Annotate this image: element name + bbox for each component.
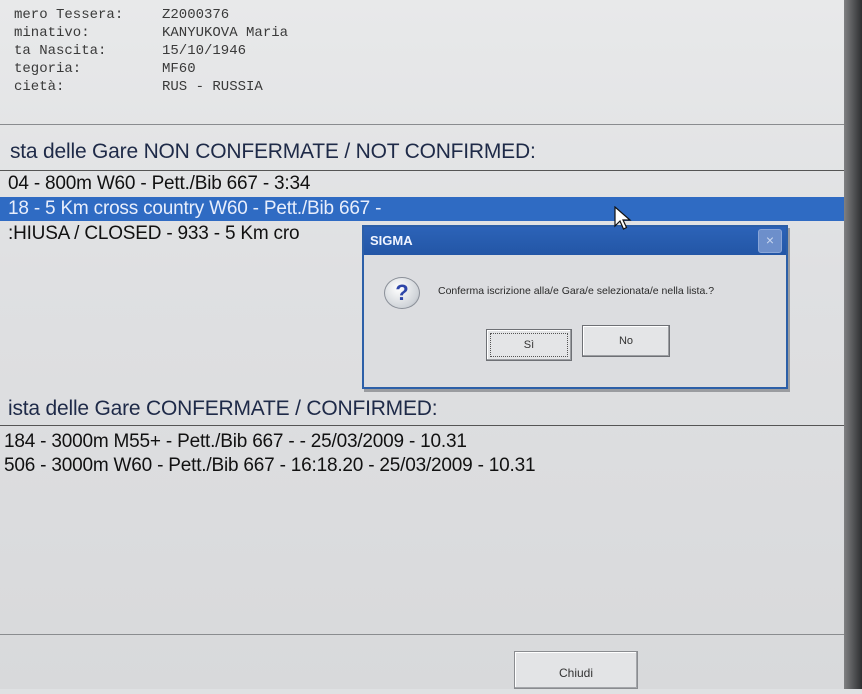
dialog-titlebar[interactable]: SIGMA × [364, 227, 786, 255]
close-icon: × [765, 232, 775, 248]
yes-button[interactable]: Sì [486, 329, 572, 361]
no-button[interactable]: No [582, 325, 670, 357]
info-row-card-number: mero Tessera: Z2000376 [14, 6, 434, 24]
list-item[interactable]: 04 - 800m W60 - Pett./Bib 667 - 3:34 [0, 172, 310, 196]
info-label: mero Tessera: [14, 7, 124, 23]
info-value: KANYUKOVA Maria [162, 25, 289, 41]
list-top-border [0, 425, 844, 426]
monitor-bezel [844, 0, 862, 689]
list-top-border [0, 170, 844, 171]
mouse-cursor-icon [614, 206, 632, 230]
info-value: Z2000376 [162, 7, 230, 23]
list-item[interactable]: :HIUSA / CLOSED - 933 - 5 Km cro [0, 222, 300, 246]
close-button[interactable]: Chiudi [514, 651, 638, 689]
info-row-society: cietà: RUS - RUSSIA [14, 78, 434, 96]
close-button-label: Chiudi [558, 666, 594, 680]
info-label: cietà: [14, 79, 65, 95]
yes-button-label: Sì [523, 339, 535, 351]
application-window: mero Tessera: Z2000376 minativo: KANYUKO… [0, 0, 862, 689]
info-row-birth-date: ta Nascita: 15/10/1946 [14, 42, 434, 60]
athlete-info: mero Tessera: Z2000376 minativo: KANYUKO… [14, 6, 434, 96]
confirmed-title: ista delle Gare CONFERMATE / CONFIRMED: [8, 397, 438, 420]
info-row-category: tegoria: MF60 [14, 60, 434, 78]
dialog-title: SIGMA [370, 233, 413, 248]
info-label: minativo: [14, 25, 90, 41]
info-value: 15/10/1946 [162, 43, 247, 59]
list-item[interactable]: 506 - 3000m W60 - Pett./Bib 667 - 16:18.… [0, 454, 536, 478]
divider [0, 124, 844, 125]
info-label: ta Nascita: [14, 43, 107, 59]
info-value: MF60 [162, 61, 196, 77]
info-value: RUS - RUSSIA [162, 79, 263, 95]
list-item[interactable]: 184 - 3000m M55+ - Pett./Bib 667 - - 25/… [0, 430, 467, 454]
list-item-selected[interactable]: 18 - 5 Km cross country W60 - Pett./Bib … [0, 197, 844, 221]
divider [0, 634, 844, 635]
not-confirmed-title: sta delle Gare NON CONFERMATE / NOT CONF… [10, 140, 536, 163]
dialog-close-button[interactable]: × [758, 229, 782, 253]
info-label: tegoria: [14, 61, 82, 77]
dialog-message: Conferma iscrizione alla/e Gara/e selezi… [438, 285, 715, 297]
info-row-name: minativo: KANYUKOVA Maria [14, 24, 434, 42]
question-icon: ? [384, 277, 420, 309]
confirm-dialog: SIGMA × ? Conferma iscrizione alla/e Gar… [362, 225, 788, 389]
no-button-label: No [618, 335, 634, 347]
